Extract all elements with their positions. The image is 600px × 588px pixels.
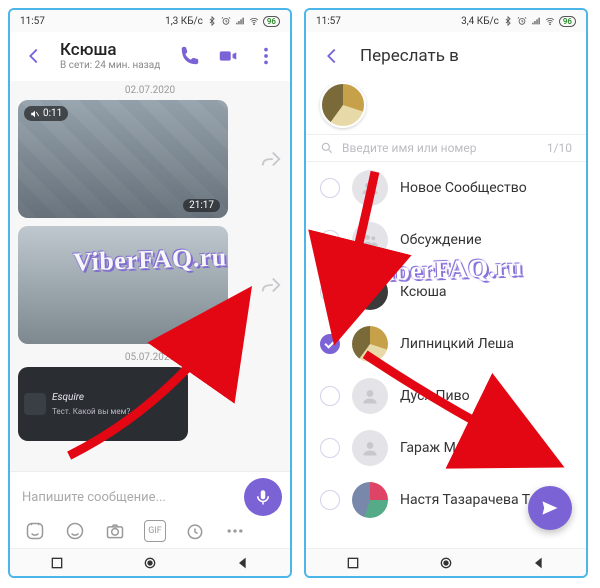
alarm-icon (221, 16, 231, 26)
forward-icon[interactable] (258, 146, 284, 172)
input-bar: Напишите сообщение... GIF (10, 471, 290, 548)
list-item-label: Липницкий Леша (400, 336, 514, 352)
contact-avatar-placeholder (352, 430, 388, 466)
list-item-label: Дуся Пиво (400, 388, 470, 404)
selected-recipients-strip (306, 78, 586, 134)
list-item-label: Обсуждение (400, 232, 482, 248)
chat-app-bar: Ксюша В сети: 24 мин. назад (10, 32, 290, 81)
selection-counter: 1/10 (547, 141, 572, 155)
contact-avatar (352, 274, 388, 310)
message-link-card[interactable]: Esquire Тест. Какой вы мем? (18, 367, 188, 441)
timer-button[interactable] (184, 520, 206, 542)
nav-recent-icon[interactable] (49, 555, 65, 571)
gif-button[interactable]: GIF (144, 520, 166, 542)
contact-avatar (352, 482, 388, 518)
video-call-button[interactable] (216, 44, 240, 68)
signal-icon (235, 16, 245, 26)
contact-avatar-placeholder (352, 378, 388, 414)
list-item-label: Новое Сообщество (400, 180, 527, 196)
android-nav-bar (306, 548, 586, 576)
status-net-speed: 3,4 КБ/с (461, 16, 499, 27)
message-time: 21:17 (183, 199, 220, 212)
nav-recent-icon[interactable] (345, 555, 361, 571)
message-time: 21:17 (183, 325, 220, 338)
message-video-1[interactable]: 0:11 21:17 (18, 100, 228, 218)
contact-avatar (352, 326, 388, 362)
list-item-label: Гараж Мира (400, 440, 479, 456)
nav-back-icon[interactable] (531, 555, 547, 571)
android-nav-bar (10, 548, 290, 576)
battery-indicator: 96 (263, 16, 280, 27)
selected-recipient-avatar[interactable] (320, 82, 366, 128)
list-item[interactable]: Новое Сообщество (306, 162, 586, 214)
select-radio[interactable] (320, 230, 340, 250)
link-subtitle: Тест. Какой вы мем? (52, 407, 130, 416)
search-input[interactable]: Введите имя или номер (342, 141, 539, 155)
chat-title[interactable]: Ксюша (60, 40, 164, 60)
group-icon (352, 222, 388, 258)
phone-forward-screen: 11:57 3,4 КБ/с 96 Переслать в Вв (304, 8, 588, 578)
sticker-button[interactable] (24, 520, 46, 542)
list-item-label: Ксюша (400, 284, 447, 300)
send-button[interactable] (528, 486, 572, 530)
chat-subtitle: В сети: 24 мин. назад (60, 60, 164, 71)
forward-title: Переслать в (360, 46, 459, 66)
emoji-button[interactable] (64, 520, 86, 542)
select-radio[interactable] (320, 438, 340, 458)
forward-app-bar: Переслать в (306, 32, 586, 78)
camera-button[interactable] (104, 520, 126, 542)
battery-indicator: 96 (559, 16, 576, 27)
more-attachments-button[interactable] (224, 520, 246, 542)
forward-icon[interactable] (258, 272, 284, 298)
select-radio[interactable] (320, 386, 340, 406)
status-bar: 11:57 1,3 КБ/с 96 (10, 10, 290, 32)
status-time: 11:57 (20, 16, 45, 27)
link-avatar (24, 393, 46, 415)
select-radio[interactable] (320, 178, 340, 198)
wifi-icon (249, 16, 259, 26)
nav-home-icon[interactable] (438, 555, 454, 571)
list-item[interactable]: Гараж Мира (306, 422, 586, 474)
list-item[interactable]: Липницкий Леша (306, 318, 586, 370)
voice-message-button[interactable] (244, 478, 282, 516)
phone-chat-screen: 11:57 1,3 КБ/с 96 Ксюша В сети: 24 мин. … (8, 8, 292, 578)
nav-home-icon[interactable] (142, 555, 158, 571)
status-net-speed: 1,3 КБ/с (165, 16, 203, 27)
alarm-icon (517, 16, 527, 26)
list-item[interactable]: Ксюша (306, 266, 586, 318)
message-input[interactable]: Напишите сообщение... (18, 484, 236, 511)
nav-back-icon[interactable] (235, 555, 251, 571)
back-button[interactable] (22, 44, 46, 68)
group-icon (352, 170, 388, 206)
signal-icon (531, 16, 541, 26)
video-mute-badge: 0:11 (24, 106, 68, 121)
date-separator: 02.07.2020 (18, 85, 282, 96)
bluetooth-icon (503, 16, 513, 26)
bluetooth-icon (207, 16, 217, 26)
select-radio[interactable] (320, 282, 340, 302)
back-button[interactable] (320, 44, 344, 68)
call-button[interactable] (178, 44, 202, 68)
more-button[interactable] (254, 44, 278, 68)
select-radio-checked[interactable] (320, 334, 340, 354)
status-time: 11:57 (316, 16, 341, 27)
list-item[interactable]: Обсуждение (306, 214, 586, 266)
status-bar: 11:57 3,4 КБ/с 96 (306, 10, 586, 32)
select-radio[interactable] (320, 490, 340, 510)
list-item[interactable]: Дуся Пиво (306, 370, 586, 422)
wifi-icon (545, 16, 555, 26)
date-separator: 05.07.2020 (18, 352, 282, 363)
search-icon (320, 141, 334, 155)
link-title: Esquire (52, 392, 130, 403)
message-video-2[interactable]: 21:17 (18, 226, 228, 344)
